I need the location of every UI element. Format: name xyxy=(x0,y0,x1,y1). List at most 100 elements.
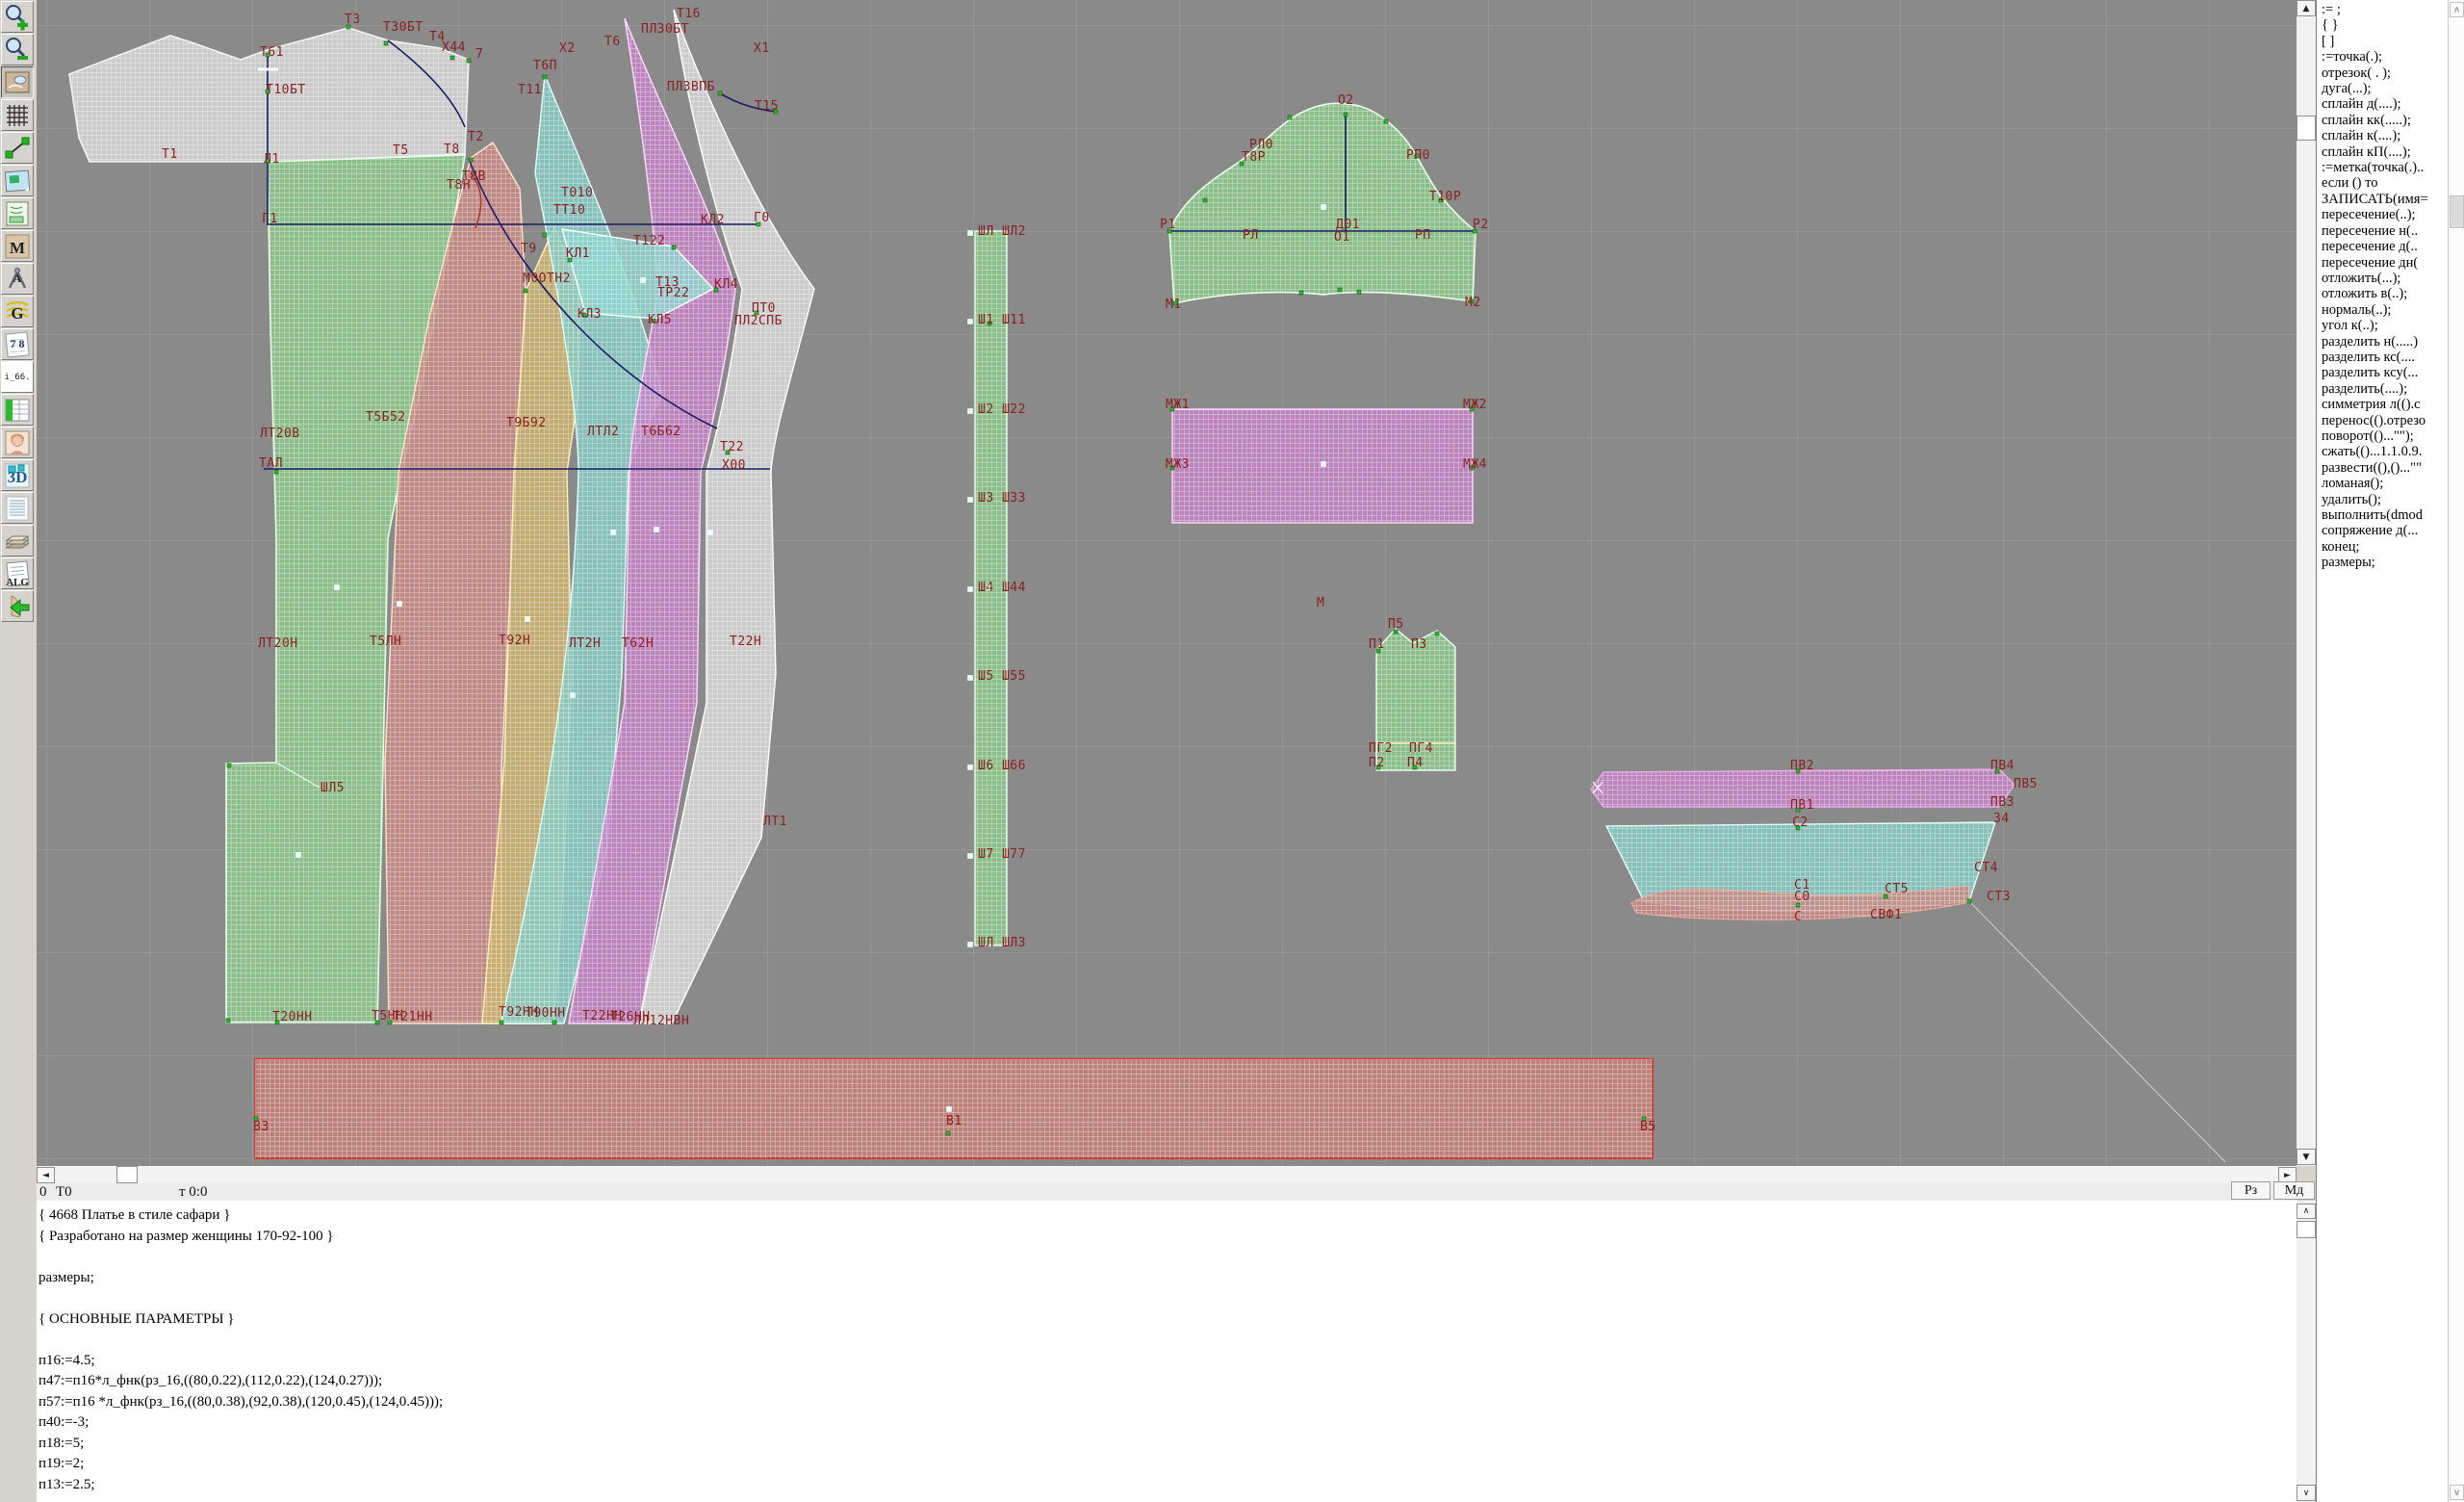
text-list-icon[interactable] xyxy=(1,492,34,524)
i66-file-icon[interactable]: i_66. xyxy=(1,361,34,393)
command-item[interactable]: если () то xyxy=(2317,175,2449,191)
command-item[interactable]: отложить в(..); xyxy=(2317,286,2449,301)
point-label: М0ОТН2 xyxy=(523,272,571,286)
command-item[interactable]: конец; xyxy=(2317,539,2449,555)
code-vscroll-thumb[interactable] xyxy=(2297,1221,2316,1238)
command-item[interactable]: := ; xyxy=(2317,2,2449,17)
graphics-icon[interactable]: G xyxy=(1,296,34,327)
canvas-scroll-down-icon[interactable]: ▼ xyxy=(2297,1149,2316,1165)
segment-icon[interactable] xyxy=(1,132,34,164)
command-item[interactable]: сплайн к(....); xyxy=(2317,128,2449,143)
command-item[interactable]: [ ] xyxy=(2317,34,2449,49)
canvas-scroll-up-icon[interactable]: ▲ xyxy=(2297,0,2316,16)
point-label: ПГ2 xyxy=(1369,741,1393,756)
measurements-icon[interactable]: M xyxy=(1,230,34,262)
command-item[interactable]: разделить н(.....) xyxy=(2317,334,2449,350)
drawing-canvas[interactable]: Т3Т30БТТ4Х447Т61Т10БТТ1Т5Т2Т8Т8ВТ8НЛ1Г1Х… xyxy=(37,0,2297,1167)
snap-marker xyxy=(968,320,973,324)
command-item[interactable]: сплайн д(....); xyxy=(2317,96,2449,112)
point-marker xyxy=(524,289,527,293)
command-item[interactable]: :=точка(.); xyxy=(2317,49,2449,65)
snap-marker xyxy=(968,231,973,236)
code-text: { 4668 Платье в стиле сафари }{ Разработ… xyxy=(37,1205,2297,1495)
numbers-sheet-icon[interactable]: 7 8 xyxy=(1,328,34,360)
point-label: Т6Б62 xyxy=(641,425,681,439)
point-label: Т6П xyxy=(533,59,557,73)
code-scroll-down-icon[interactable]: ∨ xyxy=(2297,1485,2316,1501)
command-scroll-down-icon[interactable]: ∨ xyxy=(2450,1485,2464,1500)
command-vscroll-thumb[interactable] xyxy=(2450,195,2464,228)
command-item[interactable]: удалить(); xyxy=(2317,492,2449,507)
command-item[interactable]: пересечение(..); xyxy=(2317,207,2449,222)
command-item[interactable]: пересечение дн( xyxy=(2317,255,2449,271)
canvas-vscroll-thumb[interactable] xyxy=(2297,116,2316,141)
command-item[interactable]: разделить(....); xyxy=(2317,381,2449,397)
point-label: Т92Н xyxy=(499,634,530,648)
zoom-in-icon[interactable] xyxy=(1,1,34,33)
command-item[interactable]: перенос(().отрезо xyxy=(2317,413,2449,428)
piece-bottom-band[interactable] xyxy=(255,1059,1653,1158)
size-table-icon[interactable] xyxy=(1,394,34,426)
command-item[interactable]: :=метка(точка(.).. xyxy=(2317,160,2449,175)
command-item[interactable]: сплайн кк(.....); xyxy=(2317,113,2449,128)
code-editor[interactable]: { 4668 Платье в стиле сафари }{ Разработ… xyxy=(37,1201,2297,1502)
algorithm-icon[interactable]: ALG xyxy=(1,557,34,589)
point-label: Т90НН xyxy=(526,1006,566,1021)
point-label: Т9 xyxy=(521,242,537,256)
command-item[interactable]: поворот(()...""); xyxy=(2317,428,2449,444)
archive-books-icon[interactable] xyxy=(1,525,34,557)
command-item[interactable]: разделить ксу(... xyxy=(2317,365,2449,380)
code-line: п18:=5; xyxy=(37,1434,2297,1455)
command-item[interactable]: нормаль(..); xyxy=(2317,302,2449,318)
snap-marker xyxy=(335,585,340,590)
point-marker xyxy=(226,1019,230,1023)
point-label: МЖ1 xyxy=(1166,398,1190,412)
pattern-preview-icon[interactable] xyxy=(1,66,34,98)
point-marker xyxy=(384,41,388,45)
zoom-out-icon[interactable] xyxy=(1,34,34,65)
point-label: СТ4 xyxy=(1974,861,1998,875)
point-label: Т8Р xyxy=(1242,150,1266,165)
command-scroll-up-icon[interactable]: ∧ xyxy=(2450,2,2464,17)
point-label: Т8Н xyxy=(447,178,471,193)
point-label: КЛ3 xyxy=(578,307,602,322)
command-item[interactable]: сжать(()...1.1.0.9. xyxy=(2317,444,2449,459)
point-label: Х1 xyxy=(754,41,770,56)
command-item[interactable]: сплайн кП(....); xyxy=(2317,144,2449,160)
snap-marker xyxy=(526,617,530,622)
canvas-scroll-left-icon[interactable]: ◄ xyxy=(37,1167,55,1183)
command-item[interactable]: отрезок( . ); xyxy=(2317,65,2449,81)
view-3d-icon[interactable]: 3D xyxy=(1,459,34,491)
rz-button[interactable]: Рз xyxy=(2231,1181,2271,1200)
point-label: ТТ10 xyxy=(553,203,585,218)
image-icon[interactable] xyxy=(1,165,34,196)
command-item[interactable]: разделить кс(.... xyxy=(2317,350,2449,365)
command-item[interactable]: симметрия л(().с xyxy=(2317,397,2449,412)
canvas-hscroll-thumb[interactable] xyxy=(116,1166,138,1183)
command-item[interactable]: угол к(..); xyxy=(2317,318,2449,333)
point-label: Т6 xyxy=(604,35,621,49)
model-photo-icon[interactable] xyxy=(1,427,34,458)
point-label: Т10Р xyxy=(1429,190,1461,204)
command-item[interactable]: отложить(...); xyxy=(2317,271,2449,286)
command-item[interactable]: ломаная(); xyxy=(2317,476,2449,491)
point-label: М xyxy=(1317,596,1324,610)
point-label: Г1 xyxy=(262,212,278,226)
md-button[interactable]: Мд xyxy=(2273,1181,2315,1200)
command-item[interactable]: развести((),()..."" xyxy=(2317,460,2449,476)
exit-icon[interactable] xyxy=(1,590,34,622)
snap-marker xyxy=(968,409,973,414)
pattern-sheet-icon[interactable] xyxy=(1,197,34,229)
command-item[interactable]: пересечение д(.. xyxy=(2317,239,2449,254)
compass-icon[interactable]: A xyxy=(1,263,34,295)
command-item[interactable]: пересечение н(.. xyxy=(2317,223,2449,239)
code-line: { 4668 Платье в стиле сафари } xyxy=(37,1205,2297,1227)
command-item[interactable]: { } xyxy=(2317,17,2449,33)
command-item[interactable]: размеры; xyxy=(2317,555,2449,570)
grid-icon[interactable] xyxy=(1,99,34,131)
command-item[interactable]: дуга(...); xyxy=(2317,81,2449,96)
command-item[interactable]: выполнить(dmod xyxy=(2317,507,2449,523)
command-item[interactable]: сопряжение д(... xyxy=(2317,523,2449,538)
code-scroll-up-icon[interactable]: ∧ xyxy=(2297,1204,2316,1219)
command-item[interactable]: ЗАПИСАТЬ(имя= xyxy=(2317,192,2449,207)
